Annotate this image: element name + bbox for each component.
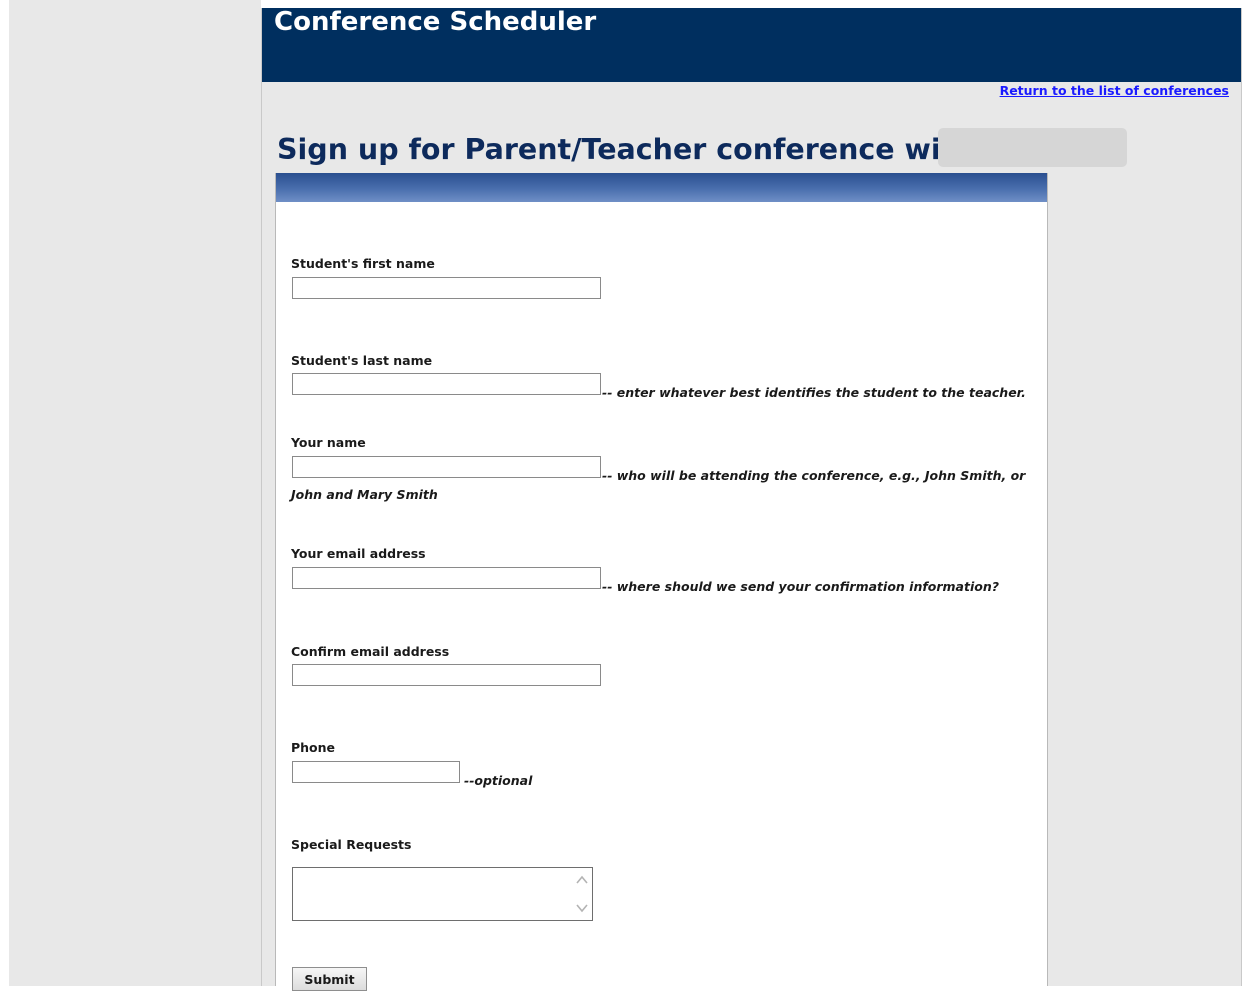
special-requests-textarea[interactable]	[293, 868, 571, 920]
chevron-down-icon[interactable]	[575, 901, 589, 915]
first-name-input[interactable]	[292, 277, 601, 299]
your-name-hint-continued: John and Mary Smith	[291, 487, 438, 502]
email-label: Your email address	[291, 546, 426, 561]
special-requests-box	[292, 867, 593, 921]
first-name-label: Student's first name	[291, 256, 435, 271]
app-title: Conference Scheduler	[274, 7, 597, 37]
email-hint: -- where should we send your confirmatio…	[602, 579, 999, 594]
phone-input[interactable]	[292, 761, 460, 783]
confirm-email-label: Confirm email address	[291, 644, 450, 659]
return-to-conferences-link[interactable]: Return to the list of conferences	[1000, 83, 1229, 98]
special-requests-label: Special Requests	[291, 837, 412, 852]
your-name-label: Your name	[291, 435, 366, 450]
last-name-input[interactable]	[292, 373, 601, 395]
page-container: Conference Scheduler Return to the list …	[261, 8, 1242, 991]
your-name-hint: -- who will be attending the conference,…	[602, 468, 1026, 483]
submit-button[interactable]: Submit	[292, 967, 367, 991]
email-input[interactable]	[292, 567, 601, 589]
your-name-input[interactable]	[292, 456, 601, 478]
textarea-scrollbar[interactable]	[572, 868, 592, 920]
last-name-label: Student's last name	[291, 353, 433, 368]
page-title: Sign up for Parent/Teacher conference wi…	[277, 133, 975, 166]
redacted-teacher-name	[938, 128, 1127, 167]
phone-label: Phone	[291, 740, 336, 755]
phone-optional-hint: --optional	[464, 773, 533, 788]
header-banner: Conference Scheduler	[262, 8, 1241, 82]
chevron-up-icon[interactable]	[575, 873, 589, 887]
left-margin	[9, 0, 261, 986]
confirm-email-input[interactable]	[292, 664, 601, 686]
signup-form: Student's first name Student's last name…	[275, 173, 1048, 991]
form-header-bar	[276, 173, 1047, 202]
last-name-hint: -- enter whatever best identifies the st…	[602, 385, 1026, 400]
right-margin	[1242, 0, 1250, 986]
